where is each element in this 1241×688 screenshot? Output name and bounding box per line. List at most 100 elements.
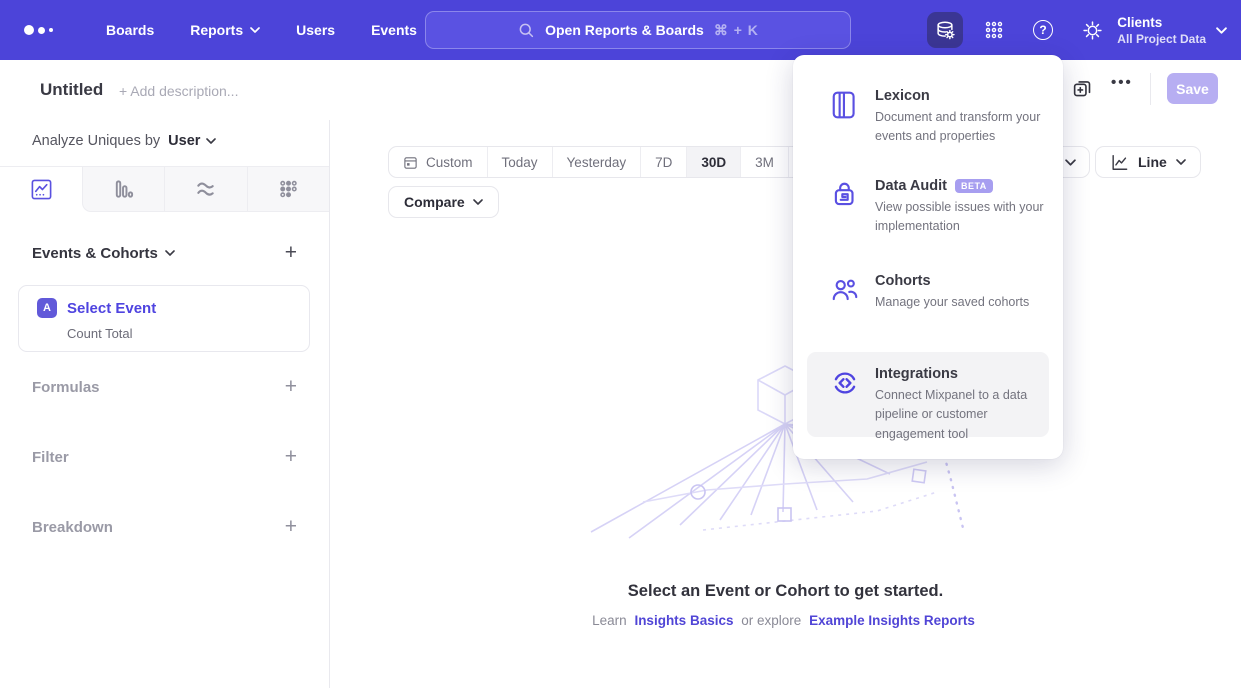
project-name: All Project Data (1117, 32, 1206, 46)
org-name: Clients (1117, 14, 1206, 32)
project-switcher[interactable]: Clients All Project Data (1117, 0, 1227, 60)
flow-tab-icon (194, 178, 217, 201)
integrations-icon (830, 368, 860, 398)
data-management-button[interactable] (927, 12, 963, 48)
empty-state-title: Select an Event or Cohort to get started… (430, 582, 1141, 601)
cohorts-icon (830, 275, 860, 305)
data-management-menu: Lexicon Document and transform your even… (793, 55, 1063, 459)
menu-item-description: Connect Mixpanel to a data pipeline or c… (875, 386, 1049, 444)
menu-item-description: Manage your saved cohorts (875, 293, 1029, 312)
analyze-uniques-label: Analyze Uniques by (32, 133, 160, 149)
chevron-down-icon (206, 138, 216, 144)
menu-item-lexicon[interactable]: Lexicon Document and transform your even… (793, 88, 1063, 147)
date-range-label: 3M (755, 155, 774, 170)
search-input[interactable]: Open Reports & Boards ⌘ + K (425, 11, 851, 49)
chart-type-tabs (0, 166, 329, 212)
menu-item-title: Lexicon (875, 88, 930, 104)
nav-item-users[interactable]: Users (296, 22, 335, 38)
apps-grid-button[interactable] (976, 12, 1012, 48)
date-range-control: Custom Today Yesterday 7D 30D 3M 6M (388, 146, 837, 178)
add-filter-button[interactable]: + (285, 448, 297, 466)
events-cohorts-header: Events & Cohorts + (32, 244, 297, 262)
chevron-down-icon (250, 27, 260, 33)
query-sidebar: Analyze Uniques by User (0, 120, 330, 688)
date-range-label: 30D (701, 155, 726, 170)
gear-icon (1082, 20, 1103, 41)
compare-button[interactable]: Compare (388, 186, 499, 218)
date-range-label: Yesterday (567, 155, 627, 170)
insights-basics-link[interactable]: Insights Basics (634, 613, 733, 628)
search-placeholder: Open Reports & Boards (545, 22, 704, 38)
chevron-down-icon (1065, 159, 1076, 166)
select-event-link[interactable]: Select Event (67, 300, 156, 317)
chevron-down-icon[interactable] (165, 250, 175, 256)
app-window: Boards Reports Users Events Open Reports… (0, 0, 1241, 688)
menu-item-title: Integrations (875, 366, 958, 382)
more-options-button[interactable]: ••• (1111, 74, 1133, 91)
date-range-label: Custom (426, 155, 473, 170)
tab-flow-chart[interactable] (164, 167, 246, 211)
date-range-today[interactable]: Today (487, 147, 552, 177)
compare-label: Compare (404, 194, 465, 210)
chevron-down-icon (1176, 159, 1186, 165)
nav-item-boards[interactable]: Boards (106, 22, 154, 38)
filter-section: Filter + (32, 448, 297, 466)
tab-line-chart[interactable] (0, 167, 82, 212)
date-range-30d[interactable]: 30D (686, 147, 740, 177)
add-description-field[interactable]: + Add description... (119, 83, 238, 99)
nav-item-label: Events (371, 22, 417, 38)
date-range-label: Today (502, 155, 538, 170)
analyze-by-selector[interactable]: User (166, 133, 216, 149)
example-insights-reports-link[interactable]: Example Insights Reports (809, 613, 975, 628)
add-event-button[interactable]: + (285, 244, 297, 262)
date-range-custom[interactable]: Custom (389, 147, 487, 177)
line-chart-tab-icon (30, 178, 53, 201)
nav-item-label: Users (296, 22, 335, 38)
settings-button[interactable] (1074, 12, 1110, 48)
data-audit-icon (830, 180, 860, 210)
event-letter-badge: A (37, 298, 57, 318)
help-button[interactable]: ? (1025, 12, 1061, 48)
chevron-down-icon (473, 199, 483, 205)
tab-bar-chart[interactable] (83, 167, 164, 211)
nav-item-reports[interactable]: Reports (190, 22, 260, 38)
menu-item-title: Cohorts (875, 273, 931, 289)
chart-type-tabs-rest (82, 167, 329, 212)
beta-badge: BETA (955, 179, 993, 193)
event-card[interactable]: A Select Event Count Total (18, 285, 310, 352)
menu-item-description: Document and transform your events and p… (875, 108, 1057, 147)
date-range-3m[interactable]: 3M (740, 147, 788, 177)
menu-item-integrations[interactable]: Integrations Connect Mixpanel to a data … (807, 352, 1049, 437)
chevron-down-icon (1216, 27, 1227, 34)
bar-chart-tab-icon (112, 178, 135, 201)
breakdown-section: Breakdown + (32, 518, 297, 536)
nav-item-events[interactable]: Events (371, 22, 417, 38)
duplicate-icon (1071, 77, 1094, 100)
menu-item-title: Data Audit (875, 178, 947, 194)
menu-item-cohorts[interactable]: Cohorts Manage your saved cohorts (793, 273, 1063, 312)
search-icon (517, 21, 535, 39)
tab-metrics-grid[interactable] (247, 167, 329, 211)
chart-type-dropdown[interactable]: Line (1095, 146, 1201, 178)
line-chart-icon (1110, 153, 1129, 172)
menu-item-data-audit[interactable]: Data Audit BETA View possible issues wit… (793, 178, 1063, 237)
chart-type-label: Line (1138, 154, 1167, 170)
date-range-label: 7D (655, 155, 672, 170)
lexicon-icon (830, 90, 860, 120)
save-button[interactable]: Save (1167, 73, 1218, 104)
add-formula-button[interactable]: + (285, 378, 297, 396)
breakdown-label: Breakdown (32, 519, 113, 536)
date-range-yesterday[interactable]: Yesterday (552, 147, 641, 177)
date-range-7d[interactable]: 7D (640, 147, 686, 177)
database-gear-icon (934, 19, 956, 41)
duplicate-report-button[interactable] (1071, 77, 1094, 105)
apps-grid-icon (983, 19, 1005, 41)
add-breakdown-button[interactable]: + (285, 518, 297, 536)
analyze-by-value: User (168, 133, 200, 149)
nav-item-label: Boards (106, 22, 154, 38)
empty-state-links: Learn Insights Basics or explore Example… (430, 613, 1141, 628)
event-aggregation[interactable]: Count Total (67, 326, 133, 341)
calendar-icon (403, 155, 418, 170)
report-title[interactable]: Untitled (40, 80, 103, 100)
menu-item-description: View possible issues with your implement… (875, 198, 1057, 237)
